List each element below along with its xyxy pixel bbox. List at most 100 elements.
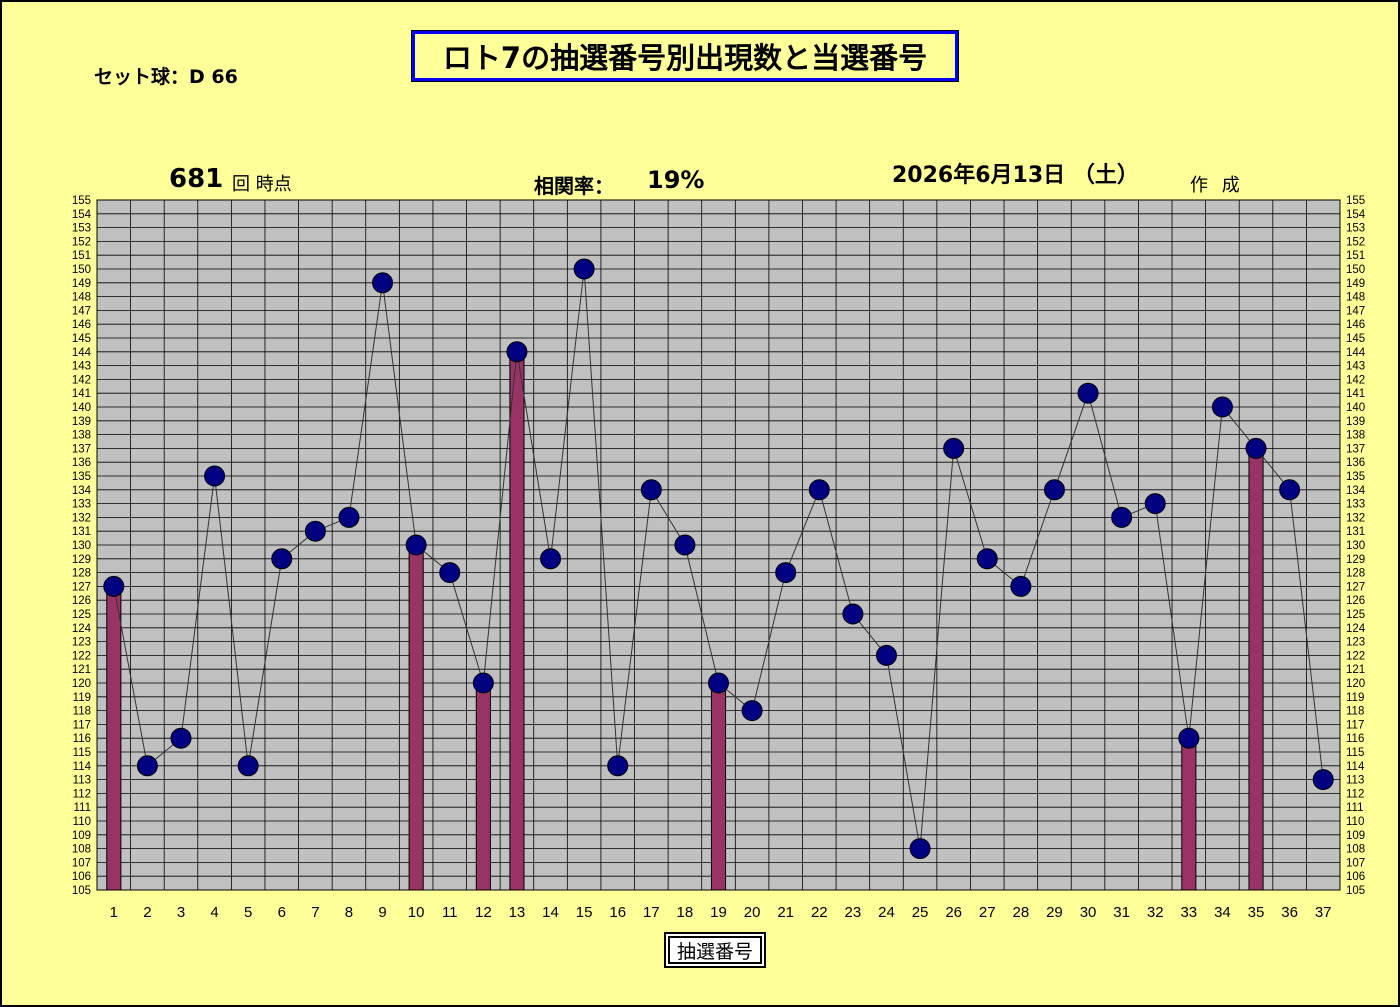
y-tick-label-right: 147 xyxy=(1346,305,1365,317)
y-tick-label-right: 141 xyxy=(1346,388,1365,400)
y-tick-label-left: 117 xyxy=(73,719,91,731)
y-tick-label-right: 148 xyxy=(1346,292,1365,304)
y-tick-label-left: 147 xyxy=(72,305,91,317)
data-point xyxy=(439,562,461,584)
y-tick-label-left: 141 xyxy=(72,388,91,400)
y-tick-label-left: 107 xyxy=(72,857,91,869)
y-tick-label-left: 132 xyxy=(72,512,91,524)
y-tick-label-right: 118 xyxy=(1346,706,1364,718)
y-tick-label-left: 119 xyxy=(73,692,91,704)
x-tick-label: 7 xyxy=(311,904,319,921)
y-tick-label-left: 108 xyxy=(72,844,91,856)
y-tick-label-left: 120 xyxy=(72,678,91,690)
y-tick-label-right: 113 xyxy=(1346,775,1364,787)
x-tick-label: 8 xyxy=(345,904,353,921)
y-tick-label-left: 135 xyxy=(72,471,91,483)
y-tick-label-right: 105 xyxy=(1346,885,1365,897)
data-point xyxy=(943,437,965,459)
x-tick-label: 17 xyxy=(643,904,660,921)
x-tick-label: 12 xyxy=(475,904,492,921)
y-tick-label-left: 106 xyxy=(72,871,91,883)
y-tick-label-right: 129 xyxy=(1346,554,1365,566)
x-tick-label: 26 xyxy=(945,904,962,921)
x-tick-label: 13 xyxy=(509,904,526,921)
y-tick-label-right: 138 xyxy=(1346,430,1365,442)
y-tick-label-left: 114 xyxy=(73,761,92,773)
y-tick-label-left: 105 xyxy=(72,885,91,897)
data-point xyxy=(775,562,797,584)
y-tick-label-right: 116 xyxy=(1346,733,1364,745)
y-tick-label-right: 137 xyxy=(1346,443,1365,455)
data-point xyxy=(506,341,528,363)
data-point xyxy=(405,534,427,556)
y-tick-label-right: 145 xyxy=(1346,333,1365,345)
y-tick-label-left: 155 xyxy=(72,195,91,207)
y-tick-label-left: 133 xyxy=(72,499,91,511)
y-tick-label-right: 125 xyxy=(1346,609,1365,621)
y-tick-label-right: 131 xyxy=(1346,526,1365,538)
y-tick-label-right: 151 xyxy=(1346,250,1365,262)
y-tick-label-left: 144 xyxy=(72,347,92,359)
winning-bar xyxy=(1181,737,1197,891)
x-tick-label: 21 xyxy=(777,904,794,921)
y-tick-label-right: 109 xyxy=(1346,830,1365,842)
y-tick-label-right: 123 xyxy=(1346,637,1365,649)
y-tick-label-left: 150 xyxy=(72,264,91,276)
y-tick-label-right: 115 xyxy=(1346,747,1364,759)
winning-bar xyxy=(1248,447,1264,891)
x-tick-label: 9 xyxy=(378,904,386,921)
y-tick-label-right: 135 xyxy=(1346,471,1365,483)
data-point xyxy=(1010,575,1032,597)
y-tick-label-right: 114 xyxy=(1346,761,1365,773)
x-tick-label: 36 xyxy=(1281,904,1298,921)
y-tick-label-right: 155 xyxy=(1346,195,1365,207)
x-tick-label: 1 xyxy=(110,904,118,921)
data-point xyxy=(1245,437,1267,459)
y-tick-label-right: 121 xyxy=(1346,664,1365,676)
data-point xyxy=(640,479,662,501)
x-tick-label: 3 xyxy=(177,904,185,921)
data-point xyxy=(808,479,830,501)
y-tick-label-left: 153 xyxy=(72,223,91,235)
x-tick-label: 37 xyxy=(1315,904,1332,921)
x-axis-label: 抽選番号 xyxy=(664,932,766,968)
y-tick-label-right: 124 xyxy=(1346,623,1366,635)
data-point xyxy=(842,603,864,625)
chart-svg: 105 105106 106107 107108 108109 109110 110111 1… xyxy=(72,195,1366,921)
y-tick-label-right: 122 xyxy=(1346,650,1365,662)
y-tick-label-right: 133 xyxy=(1346,499,1365,511)
y-tick-label-right: 106 xyxy=(1346,871,1365,883)
y-tick-label-left: 134 xyxy=(72,485,92,497)
data-point xyxy=(1144,493,1166,515)
data-point xyxy=(1211,396,1233,418)
y-tick-label-right: 143 xyxy=(1346,361,1365,373)
data-point xyxy=(170,727,192,749)
winning-bar xyxy=(408,544,424,891)
y-tick-label-right: 146 xyxy=(1346,319,1365,331)
y-tick-label-left: 151 xyxy=(72,250,91,262)
y-tick-label-left: 142 xyxy=(72,374,91,386)
data-point xyxy=(909,838,931,860)
data-point xyxy=(1043,479,1065,501)
x-tick-label: 6 xyxy=(278,904,286,921)
data-point xyxy=(540,548,562,570)
winning-bar xyxy=(710,682,727,891)
x-tick-label: 5 xyxy=(244,904,252,921)
y-tick-label-right: 111 xyxy=(1346,802,1363,814)
data-point xyxy=(237,755,259,777)
y-tick-label-right: 154 xyxy=(1346,209,1366,221)
x-tick-label: 10 xyxy=(408,904,425,921)
x-tick-label: 20 xyxy=(744,904,761,921)
x-tick-label: 29 xyxy=(1046,904,1063,921)
y-tick-label-left: 125 xyxy=(72,609,91,621)
y-tick-label-right: 110 xyxy=(1346,816,1364,828)
y-tick-label-right: 152 xyxy=(1346,236,1365,248)
y-tick-label-right: 108 xyxy=(1346,844,1365,856)
data-point xyxy=(741,700,763,722)
y-tick-label-left: 123 xyxy=(72,637,91,649)
x-tick-label: 11 xyxy=(442,904,458,921)
x-tick-label: 32 xyxy=(1147,904,1164,921)
data-point xyxy=(708,672,729,694)
data-point xyxy=(304,520,326,542)
x-tick-label: 34 xyxy=(1214,904,1231,921)
